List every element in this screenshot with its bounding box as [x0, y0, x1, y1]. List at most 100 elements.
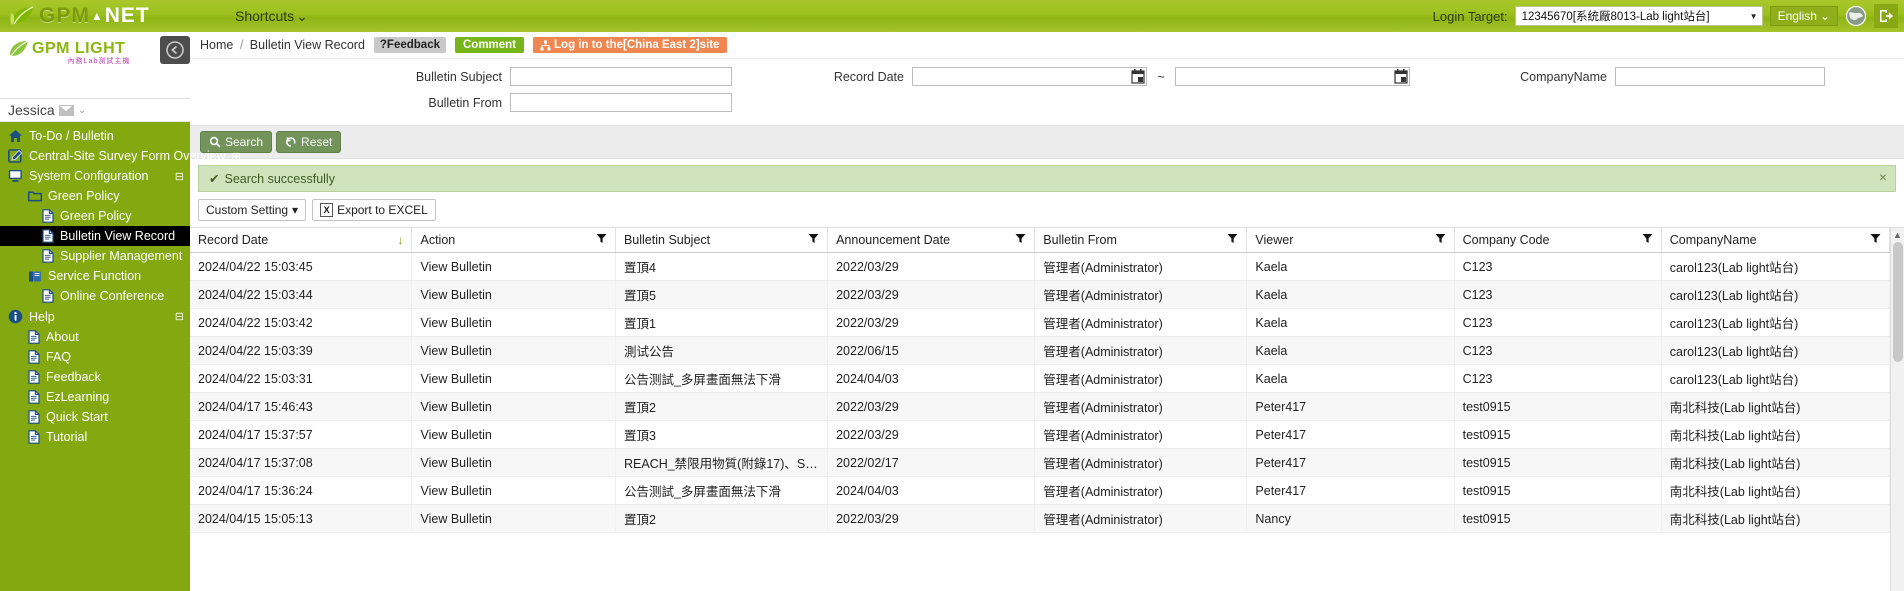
sidebar-item-green-policy[interactable]: Green Policy [0, 186, 190, 206]
site-login-label: Log in to the[China East 2]site [554, 39, 720, 51]
close-icon[interactable]: × [1879, 169, 1887, 185]
search-row-1: Bulletin Subject Record Date ~ CompanyNa… [190, 67, 1904, 86]
table-row[interactable]: 2024/04/17 15:37:57 View Bulletin 置頂3 2022/… [190, 420, 1890, 449]
company-name-input[interactable] [1615, 67, 1825, 86]
filter-icon[interactable] [1227, 233, 1238, 247]
view-bulletin-link[interactable]: View Bulletin [411, 504, 616, 533]
sidebar-collapse-button[interactable] [160, 36, 190, 64]
column-header-record-date[interactable]: Record Date ↓ [190, 228, 413, 253]
calendar-icon[interactable] [1131, 69, 1145, 84]
sidebar-item-system-configuration[interactable]: System Configuration ⊟ [0, 166, 190, 186]
table-row[interactable]: 2024/04/17 15:46:43 View Bulletin 置頂2 2022/… [190, 392, 1890, 421]
sidebar-item-tutorial[interactable]: Tutorial [0, 427, 190, 447]
filter-icon[interactable] [808, 233, 819, 247]
sidebar-item-help[interactable]: Help ⊟ [0, 306, 190, 327]
globe-icon[interactable] [1845, 5, 1867, 27]
view-bulletin-link[interactable]: View Bulletin [411, 280, 616, 309]
expand-icon[interactable]: ⊞ [232, 150, 241, 163]
table-cell: test0915 [1454, 420, 1662, 449]
column-header-action[interactable]: Action [411, 228, 616, 253]
table-row[interactable]: 2024/04/22 15:03:39 View Bulletin 測试公告 2022… [190, 336, 1890, 365]
sidebar-item-ezlearning[interactable]: EzLearning [0, 387, 190, 407]
column-header-companyname[interactable]: CompanyName [1661, 228, 1890, 253]
custom-setting-button[interactable]: Custom Setting ▾ [198, 199, 307, 221]
sort-descending-icon[interactable]: ↓ [397, 233, 403, 247]
chevron-down-icon: ▾ [292, 203, 299, 217]
view-bulletin-link[interactable]: View Bulletin [411, 336, 616, 365]
table-row[interactable]: 2024/04/17 15:36:24 View Bulletin 公告测試_多屏畫… [190, 476, 1890, 505]
sidebar-item-quick-start[interactable]: Quick Start [0, 407, 190, 427]
record-date-end-input[interactable] [1175, 67, 1410, 86]
view-bulletin-link[interactable]: View Bulletin [411, 392, 616, 421]
check-icon: ✔ [209, 172, 220, 186]
site-login-button[interactable]: Log in to the[China East 2]site [533, 37, 727, 53]
bulletin-subject-input[interactable] [510, 67, 732, 86]
mail-icon[interactable] [58, 104, 74, 116]
record-date-start-input[interactable] [912, 67, 1147, 86]
column-header-viewer[interactable]: Viewer [1246, 228, 1455, 253]
gpm-net-logo[interactable]: GPM ▲ NET [0, 4, 225, 28]
table-row[interactable]: 2024/04/22 15:03:42 View Bulletin 置頂1 2022/… [190, 308, 1890, 337]
filter-icon[interactable] [596, 233, 607, 247]
bulletin-from-input[interactable] [510, 93, 732, 112]
table-cell: 2024/04/22 15:03:39 [190, 336, 413, 365]
view-bulletin-link[interactable]: View Bulletin [411, 252, 616, 281]
sidebar-item-service-function[interactable]: Service Function [0, 266, 190, 286]
sidebar-item-bulletin-view-record[interactable]: Bulletin View Record [0, 226, 190, 246]
view-bulletin-link[interactable]: View Bulletin [411, 476, 616, 505]
table-row[interactable]: 2024/04/22 15:03:45 View Bulletin 置頂4 2022/… [190, 252, 1890, 281]
undo-icon [286, 137, 296, 147]
sidebar-item-central-site-survey-form-overview[interactable]: Central-Site Survey Form Overview ⊞ [0, 146, 241, 166]
sidebar-item-green-policy[interactable]: Green Policy [0, 206, 190, 226]
filter-icon[interactable] [1435, 233, 1446, 247]
page-icon [28, 350, 40, 364]
login-target-label: Login Target: [1432, 8, 1508, 24]
table-row[interactable]: 2024/04/17 15:37:08 View Bulletin REACH_禁限… [190, 448, 1890, 477]
column-header-bulletin-from[interactable]: Bulletin From [1034, 228, 1248, 253]
filter-icon[interactable] [1642, 233, 1653, 247]
table-row[interactable]: 2024/04/22 15:03:44 View Bulletin 置頂5 2022/… [190, 280, 1890, 309]
table-row[interactable]: 2024/04/22 15:03:31 View Bulletin 公告测試_多屏畫… [190, 364, 1890, 393]
sidebar-item-feedback[interactable]: Feedback [0, 367, 190, 387]
filter-icon[interactable] [1015, 233, 1026, 247]
view-bulletin-link[interactable]: View Bulletin [411, 420, 616, 449]
scrollbar-thumb[interactable] [1892, 242, 1903, 362]
collapse-icon[interactable]: ⊟ [175, 310, 184, 323]
page-icon [28, 430, 40, 444]
sidebar-item-online-conference[interactable]: Online Conference [0, 286, 190, 306]
comment-button[interactable]: Comment [454, 37, 525, 53]
calendar-icon[interactable] [1394, 69, 1408, 84]
table-cell: 管理者(Administrator) [1034, 252, 1248, 281]
logout-icon [1880, 10, 1894, 22]
scroll-up-icon[interactable]: ▲ [1893, 230, 1902, 240]
table-body: 2024/04/22 15:03:45 View Bulletin 置頂4 2022/… [190, 252, 1890, 533]
reset-button[interactable]: Reset [276, 131, 342, 153]
column-header-bulletin-subject[interactable]: Bulletin Subject [615, 228, 829, 253]
view-bulletin-link[interactable]: View Bulletin [411, 364, 616, 393]
table-cell: 2024/04/17 15:46:43 [190, 392, 413, 421]
bulletin-from-label: Bulletin From [428, 95, 502, 110]
table-row[interactable]: 2024/04/15 15:05:13 View Bulletin 置頂2 2022/… [190, 504, 1890, 533]
sidebar-item-to-do-bulletin[interactable]: To-Do / Bulletin [0, 126, 190, 146]
filter-icon[interactable] [1870, 233, 1881, 247]
breadcrumb-home[interactable]: Home [200, 38, 233, 52]
user-menu[interactable]: Jessica ⌄ [0, 99, 190, 122]
feedback-button[interactable]: ?Feedback [373, 37, 446, 53]
status-alert: ✔ Search successfully × [198, 165, 1896, 192]
sidebar-item-supplier-management[interactable]: Supplier Management [0, 246, 190, 266]
sidebar-item-label: Online Conference [60, 289, 165, 303]
collapse-icon[interactable]: ⊟ [175, 170, 184, 183]
logout-button[interactable] [1874, 4, 1898, 28]
column-header-announcement-date[interactable]: Announcement Date [827, 228, 1036, 253]
page-icon [42, 289, 54, 303]
shortcuts-menu[interactable]: Shortcuts ⌄ [235, 8, 308, 25]
login-target-select[interactable]: 12345670[系统厰8013-Lab light站台] ▼ [1514, 6, 1763, 26]
sidebar-item-about[interactable]: About [0, 327, 190, 347]
view-bulletin-link[interactable]: View Bulletin [411, 308, 616, 337]
language-selector[interactable]: English ⌄ [1769, 6, 1838, 26]
sidebar-item-faq[interactable]: FAQ [0, 347, 190, 367]
export-excel-button[interactable]: X Export to EXCEL [312, 199, 436, 221]
column-header-company-code[interactable]: Company Code [1454, 228, 1662, 253]
vertical-scrollbar[interactable]: ▲ [1890, 228, 1904, 591]
view-bulletin-link[interactable]: View Bulletin [411, 448, 616, 477]
